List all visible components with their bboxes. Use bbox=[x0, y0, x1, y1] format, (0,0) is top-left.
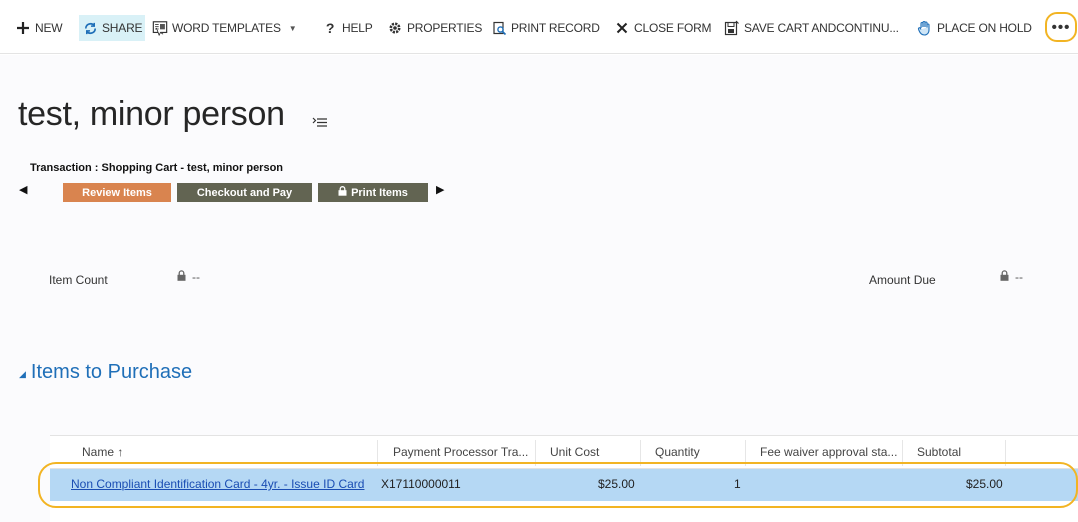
record-title: test, minor person bbox=[18, 95, 285, 133]
word-templates-icon bbox=[152, 20, 168, 37]
close-icon bbox=[614, 20, 630, 36]
ellipsis-icon: ••• bbox=[1051, 18, 1071, 36]
close-form-label: CLOSE FORM bbox=[634, 21, 712, 35]
column-header-quantity[interactable]: Quantity bbox=[655, 445, 700, 459]
save-icon bbox=[724, 20, 740, 36]
items-grid: Name ↑ Payment Processor Tra... Unit Cos… bbox=[50, 435, 1078, 522]
lock-icon bbox=[1000, 270, 1009, 284]
table-row[interactable]: Non Compliant Identification Card - 4yr.… bbox=[50, 469, 1078, 501]
lock-icon bbox=[177, 270, 186, 284]
more-commands-button[interactable]: ••• bbox=[1045, 12, 1077, 42]
column-divider[interactable] bbox=[745, 440, 746, 466]
amount-due-label: Amount Due bbox=[869, 273, 936, 287]
help-button[interactable]: ? HELP bbox=[322, 15, 373, 41]
lock-icon bbox=[338, 186, 347, 199]
print-record-button[interactable]: PRINT RECORD bbox=[491, 15, 600, 41]
column-header-name[interactable]: Name ↑ bbox=[82, 445, 123, 459]
properties-button[interactable]: PROPERTIES bbox=[387, 15, 482, 41]
subtotal-cell: $25.00 bbox=[966, 477, 1003, 491]
item-name-link[interactable]: Non Compliant Identification Card - 4yr.… bbox=[71, 477, 364, 491]
hand-stop-icon bbox=[917, 20, 933, 36]
amount-due-value: -- bbox=[1000, 270, 1023, 284]
help-label: HELP bbox=[342, 21, 373, 35]
stage-prev-arrow-icon[interactable]: ◀ bbox=[19, 183, 27, 196]
section-title: Items to Purchase bbox=[30, 361, 193, 383]
payment-processor-cell: X17110000011 bbox=[381, 477, 461, 491]
stage-print-items[interactable]: Print Items bbox=[318, 183, 428, 202]
stage-review-items[interactable]: Review Items bbox=[63, 183, 171, 202]
form-selector-icon[interactable] bbox=[312, 115, 328, 133]
amount-due-text: -- bbox=[1015, 270, 1023, 284]
close-form-button[interactable]: CLOSE FORM bbox=[614, 15, 712, 41]
record-form: test, minor person Transaction : Shoppin… bbox=[0, 55, 1078, 522]
new-button[interactable]: NEW bbox=[15, 15, 63, 41]
column-header-subtotal[interactable]: Subtotal bbox=[917, 445, 961, 459]
stage-checkout-label: Checkout and Pay bbox=[196, 186, 293, 199]
question-icon: ? bbox=[325, 20, 335, 36]
command-bar: NEW SHARE WORD TEMPLATES ▼ ? HELP PROPER… bbox=[0, 0, 1078, 54]
print-record-label: PRINT RECORD bbox=[511, 21, 600, 35]
place-on-hold-button[interactable]: PLACE ON HOLD bbox=[917, 15, 1032, 41]
save-cart-button[interactable]: SAVE CART ANDCONTINU... bbox=[724, 15, 899, 41]
column-header-payment-processor[interactable]: Payment Processor Tra... bbox=[393, 445, 528, 459]
gear-icon bbox=[387, 20, 403, 36]
column-divider[interactable] bbox=[377, 440, 378, 466]
new-label: NEW bbox=[35, 21, 63, 35]
grid-header: Name ↑ Payment Processor Tra... Unit Cos… bbox=[50, 435, 1078, 469]
stage-checkout-and-pay[interactable]: Checkout and Pay bbox=[177, 183, 312, 202]
transaction-label: Transaction : Shopping Cart - test, mino… bbox=[30, 162, 284, 174]
column-header-fee-waiver[interactable]: Fee waiver approval sta... bbox=[760, 445, 897, 459]
word-templates-button[interactable]: WORD TEMPLATES ▼ bbox=[152, 15, 297, 41]
stage-next-arrow-icon[interactable]: ▶ bbox=[436, 183, 444, 196]
chevron-down-icon: ▼ bbox=[288, 23, 297, 33]
stage-review-label: Review Items bbox=[82, 186, 152, 199]
print-preview-icon bbox=[491, 20, 507, 36]
share-label: SHARE bbox=[102, 21, 143, 35]
properties-label: PROPERTIES bbox=[407, 21, 483, 35]
save-cart-label: SAVE CART ANDCONTINU... bbox=[744, 21, 899, 35]
word-templates-label: WORD TEMPLATES bbox=[172, 21, 281, 35]
column-divider[interactable] bbox=[640, 440, 641, 466]
column-divider[interactable] bbox=[902, 440, 903, 466]
plus-icon bbox=[15, 20, 31, 36]
item-count-text: -- bbox=[192, 270, 200, 284]
items-to-purchase-section[interactable]: ◢ Items to Purchase bbox=[19, 361, 192, 384]
place-on-hold-label: PLACE ON HOLD bbox=[937, 21, 1032, 35]
unit-cost-cell: $25.00 bbox=[598, 477, 635, 491]
column-header-unit-cost[interactable]: Unit Cost bbox=[550, 445, 599, 459]
share-button[interactable]: SHARE bbox=[79, 15, 146, 41]
collapse-triangle-icon: ◢ bbox=[19, 368, 26, 379]
column-divider[interactable] bbox=[535, 440, 536, 466]
item-count-value: -- bbox=[177, 270, 200, 284]
column-divider[interactable] bbox=[1005, 440, 1006, 466]
stage-print-label: Print Items bbox=[351, 186, 408, 199]
quantity-cell: 1 bbox=[734, 477, 741, 491]
item-count-label: Item Count bbox=[49, 273, 108, 287]
share-icon bbox=[82, 20, 98, 36]
